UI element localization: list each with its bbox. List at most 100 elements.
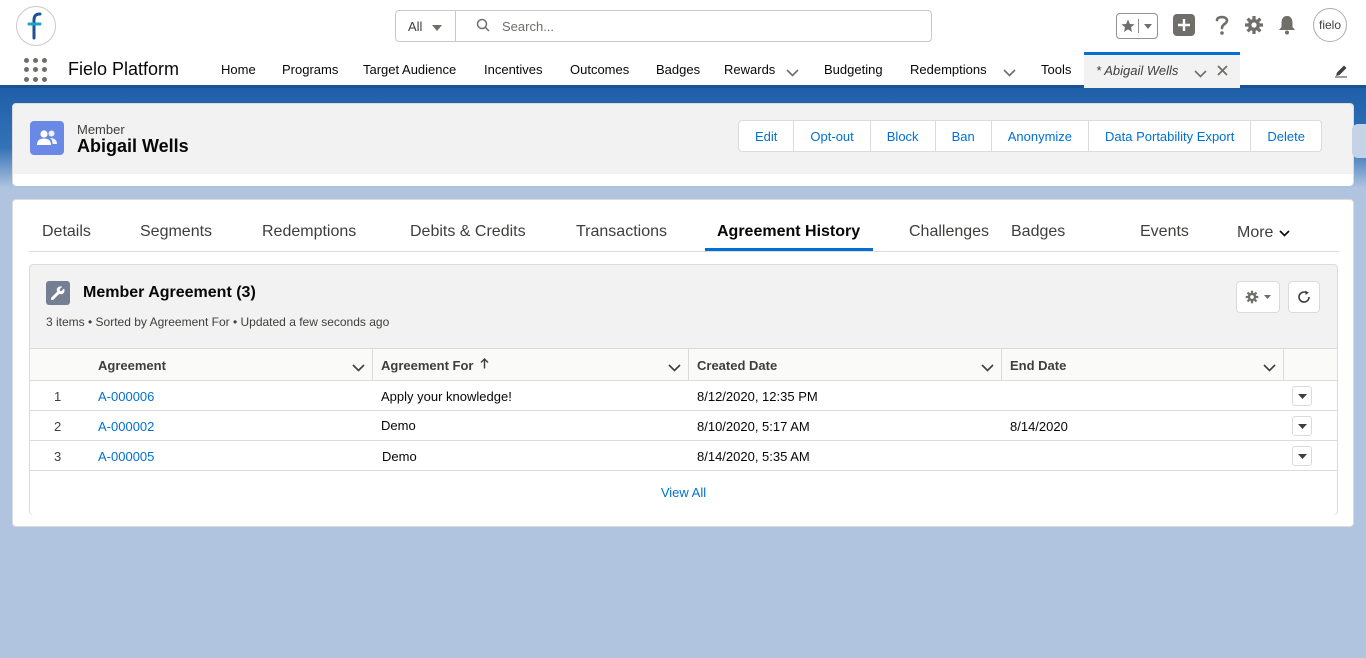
add-icon[interactable] (1172, 12, 1196, 38)
star-icon[interactable] (1117, 19, 1139, 33)
tab-challenges[interactable]: Challenges (909, 223, 989, 241)
tab-debits-credits[interactable]: Debits & Credits (410, 223, 526, 241)
caret-down-icon (1297, 393, 1307, 399)
row-action-menu[interactable] (1292, 446, 1312, 466)
record-tab-label: * Abigail Wells (1096, 63, 1179, 78)
fielo-logo-icon[interactable] (16, 6, 56, 46)
view-all-label[interactable]: View All (661, 485, 706, 500)
active-tab-indicator (705, 248, 873, 251)
table-row: 3 A-000005 Demo 8/14/2020, 5:35 AM (30, 441, 1337, 471)
related-list-title[interactable]: Member Agreement (3) (83, 284, 256, 302)
row-number: 3 (54, 449, 62, 464)
tab-events[interactable]: Events (1140, 223, 1189, 241)
search-field (456, 11, 931, 41)
tab-details[interactable]: Details (42, 223, 91, 241)
tab-badges[interactable]: Badges (1011, 223, 1065, 241)
nav-item-outcomes[interactable]: Outcomes (570, 62, 629, 77)
column-header-agreement[interactable]: Agreement (98, 358, 166, 373)
caret-down-icon (432, 19, 443, 34)
nav-item-target-audience[interactable]: Target Audience (363, 62, 456, 77)
nav-item-redemptions[interactable]: Redemptions (910, 62, 987, 77)
row-action-menu[interactable] (1292, 416, 1312, 436)
anonymize-button[interactable]: Anonymize (991, 121, 1090, 151)
app-name: Fielo Platform (68, 59, 180, 79)
tab-agreement-history[interactable]: Agreement History (717, 223, 860, 241)
nav-item-budgeting[interactable]: Budgeting (824, 62, 883, 77)
record-tabset: Details Segments Redemptions Debits & Cr… (29, 200, 1339, 252)
ban-button[interactable]: Ban (935, 121, 992, 151)
record-header-highlights (13, 174, 1353, 186)
view-all-link[interactable]: View All (30, 485, 1337, 500)
table-header: Agreement Agreement For Created Date End… (30, 348, 1337, 381)
tab-transactions[interactable]: Transactions (576, 223, 667, 241)
avatar-label: fielo (1318, 18, 1341, 32)
agreement-link[interactable]: A-000005 (98, 449, 154, 464)
nav-item-rewards[interactable]: Rewards (724, 62, 775, 77)
delete-button[interactable]: Delete (1251, 121, 1321, 151)
edit-button[interactable]: Edit (739, 121, 795, 151)
nav-item-tools[interactable]: Tools (1041, 62, 1071, 77)
close-tab-icon[interactable] (1217, 64, 1228, 79)
block-button[interactable]: Block (870, 121, 936, 151)
tab-more[interactable]: More (1237, 224, 1290, 242)
redemptions-chevron-down-icon[interactable] (1003, 65, 1016, 80)
column-header-end-date[interactable]: End Date (1010, 358, 1066, 373)
help-icon[interactable] (1210, 12, 1234, 38)
tab-more-label: More (1237, 224, 1274, 241)
table-row: 1 A-000006 Apply your knowledge! 8/12/20… (30, 381, 1337, 411)
agreement-for-cell: Demo (382, 449, 417, 464)
column-menu-chevron-icon[interactable] (1263, 360, 1276, 375)
row-action-menu[interactable] (1292, 386, 1312, 406)
table-row: 2 A-000002 Demo 8/10/2020, 5:17 AM 8/14/… (30, 411, 1337, 441)
refresh-icon (1298, 290, 1310, 303)
refresh-button[interactable] (1288, 281, 1320, 313)
agreement-link[interactable]: A-000006 (98, 389, 154, 404)
caret-down-icon (1297, 453, 1307, 459)
column-menu-chevron-icon[interactable] (981, 360, 994, 375)
nav-item-incentives[interactable]: Incentives (484, 62, 543, 77)
data-portability-export-button[interactable]: Data Portability Export (1089, 121, 1252, 151)
opt-out-button[interactable]: Opt-out (794, 121, 871, 151)
more-chevron-down-icon (1279, 230, 1290, 237)
nav-item-badges[interactable]: Badges (656, 62, 700, 77)
created-date-cell: 8/14/2020, 5:35 AM (697, 449, 810, 464)
created-date-cell: 8/10/2020, 5:17 AM (697, 419, 810, 434)
member-icon (30, 121, 64, 155)
notifications-bell-icon[interactable] (1275, 12, 1299, 38)
agreement-link[interactable]: A-000002 (98, 419, 154, 434)
user-avatar[interactable]: fielo (1313, 8, 1347, 42)
agreement-for-cell: Apply your knowledge! (381, 389, 512, 404)
setup-gear-icon[interactable] (1242, 12, 1266, 38)
edit-nav-pencil-icon[interactable] (1334, 64, 1348, 81)
agreement-table: Agreement Agreement For Created Date End… (30, 348, 1337, 515)
list-settings-button[interactable] (1236, 281, 1280, 313)
gear-icon (1245, 290, 1259, 304)
record-object-type: Member (77, 122, 125, 137)
record-detail-card: Details Segments Redemptions Debits & Cr… (12, 199, 1354, 527)
wrench-icon (46, 281, 70, 305)
record-actions: Edit Opt-out Block Ban Anonymize Data Po… (738, 120, 1322, 152)
tab-segments[interactable]: Segments (140, 223, 212, 241)
search-scope-select[interactable]: All (396, 11, 456, 41)
caret-down-icon (1297, 423, 1307, 429)
global-search: All (395, 10, 932, 42)
rewards-chevron-down-icon[interactable] (786, 65, 799, 80)
nav-item-programs[interactable]: Programs (282, 62, 338, 77)
search-scope-label: All (408, 18, 423, 34)
column-header-created-date[interactable]: Created Date (697, 358, 777, 373)
tab-chevron-down-icon[interactable] (1194, 66, 1207, 81)
nav-item-home[interactable]: Home (221, 62, 256, 77)
app-navigation-bar: Fielo Platform Home Programs Target Audi… (0, 52, 1366, 88)
member-agreement-related-list: Member Agreement (3) 3 items • Sorted by… (29, 264, 1338, 515)
column-menu-chevron-icon[interactable] (668, 360, 681, 375)
column-menu-chevron-icon[interactable] (352, 360, 365, 375)
side-panel-handle[interactable] (1352, 124, 1366, 158)
app-launcher-icon[interactable] (24, 58, 48, 82)
favorites-button-group (1116, 13, 1158, 39)
search-input[interactable] (502, 18, 902, 34)
tab-redemptions[interactable]: Redemptions (262, 223, 356, 241)
favorites-menu-chevron-icon[interactable] (1139, 23, 1157, 29)
related-list-meta: 3 items • Sorted by Agreement For • Upda… (46, 315, 390, 329)
record-tab-abigail-wells[interactable]: * Abigail Wells (1084, 52, 1240, 88)
column-header-agreement-for[interactable]: Agreement For (381, 358, 489, 373)
